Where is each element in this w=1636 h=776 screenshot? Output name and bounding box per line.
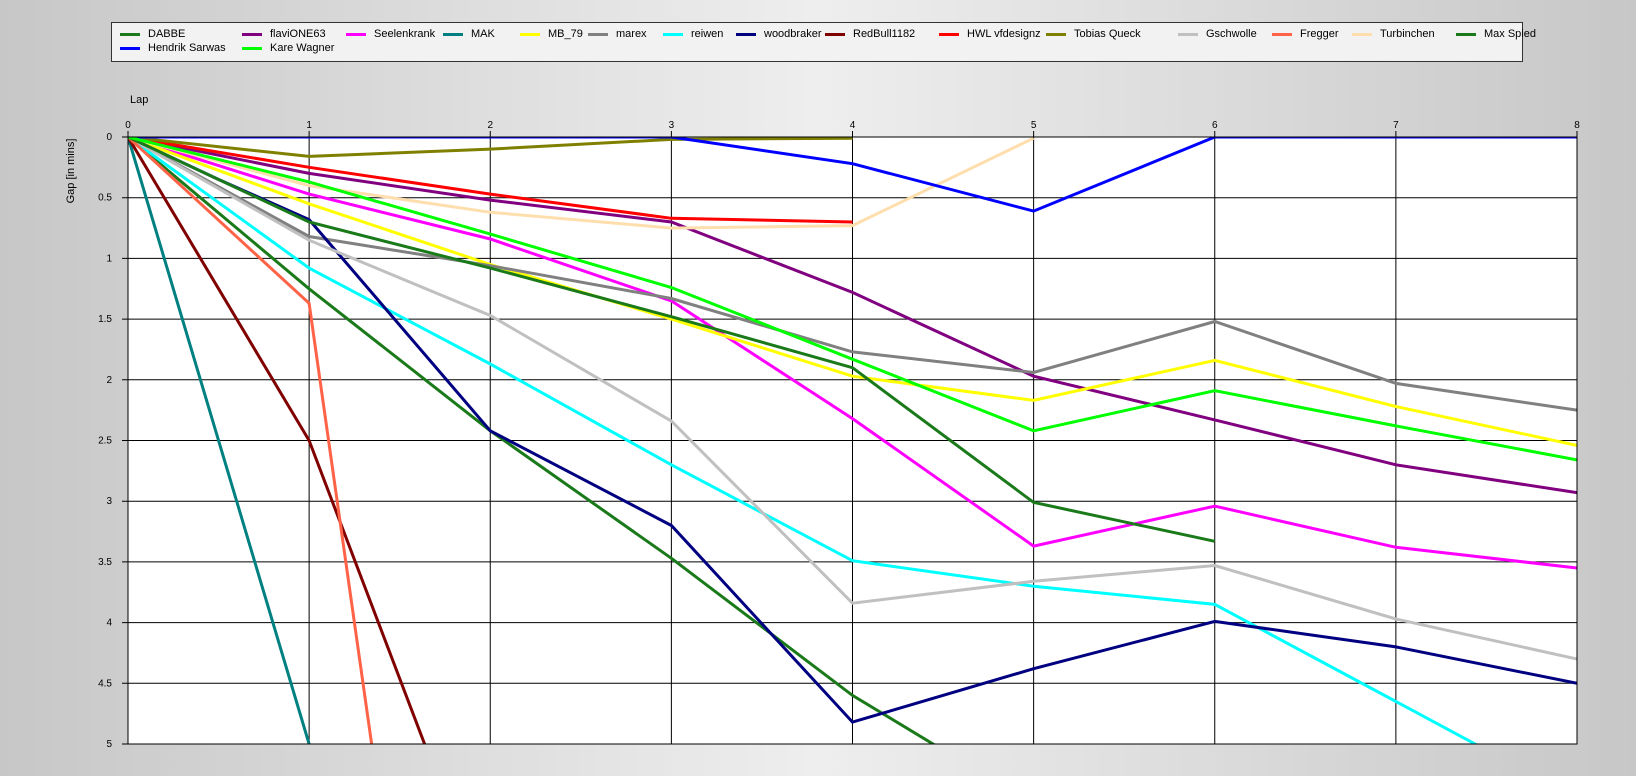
y-tick-label: 1 (106, 253, 112, 264)
y-tick-label: 4 (106, 618, 112, 629)
y-tick-label: 0.5 (98, 193, 112, 204)
y-tick-label: 0 (106, 132, 112, 143)
y-tick-label: 3.5 (98, 557, 112, 568)
y-tick-label: 5 (106, 739, 112, 750)
x-tick-label: 6 (1212, 120, 1218, 131)
x-tick-label: 0 (125, 120, 131, 131)
y-tick-label: 2 (106, 375, 112, 386)
y-tick-label: 3 (106, 496, 112, 507)
x-axis-label: Lap (130, 94, 148, 106)
x-tick-label: 5 (1031, 120, 1037, 131)
x-tick-label: 4 (850, 120, 856, 131)
y-axis-label: Gap [in mins] (65, 139, 77, 204)
x-tick-label: 7 (1393, 120, 1399, 131)
x-tick-label: 8 (1574, 120, 1580, 131)
x-tick-label: 2 (487, 120, 493, 131)
y-tick-label: 2.5 (98, 436, 112, 447)
y-tick-label: 4.5 (98, 678, 112, 689)
x-tick-label: 3 (669, 120, 675, 131)
chart-plot: 0 1 2 3 4 5 6 7 8 0 0.5 1 1.5 2 2.5 3 3.5 4 4.5 5 Lap Gap [… (65, 94, 1580, 750)
y-tick-label: 1.5 (98, 314, 112, 325)
x-tick-label: 1 (306, 120, 312, 131)
